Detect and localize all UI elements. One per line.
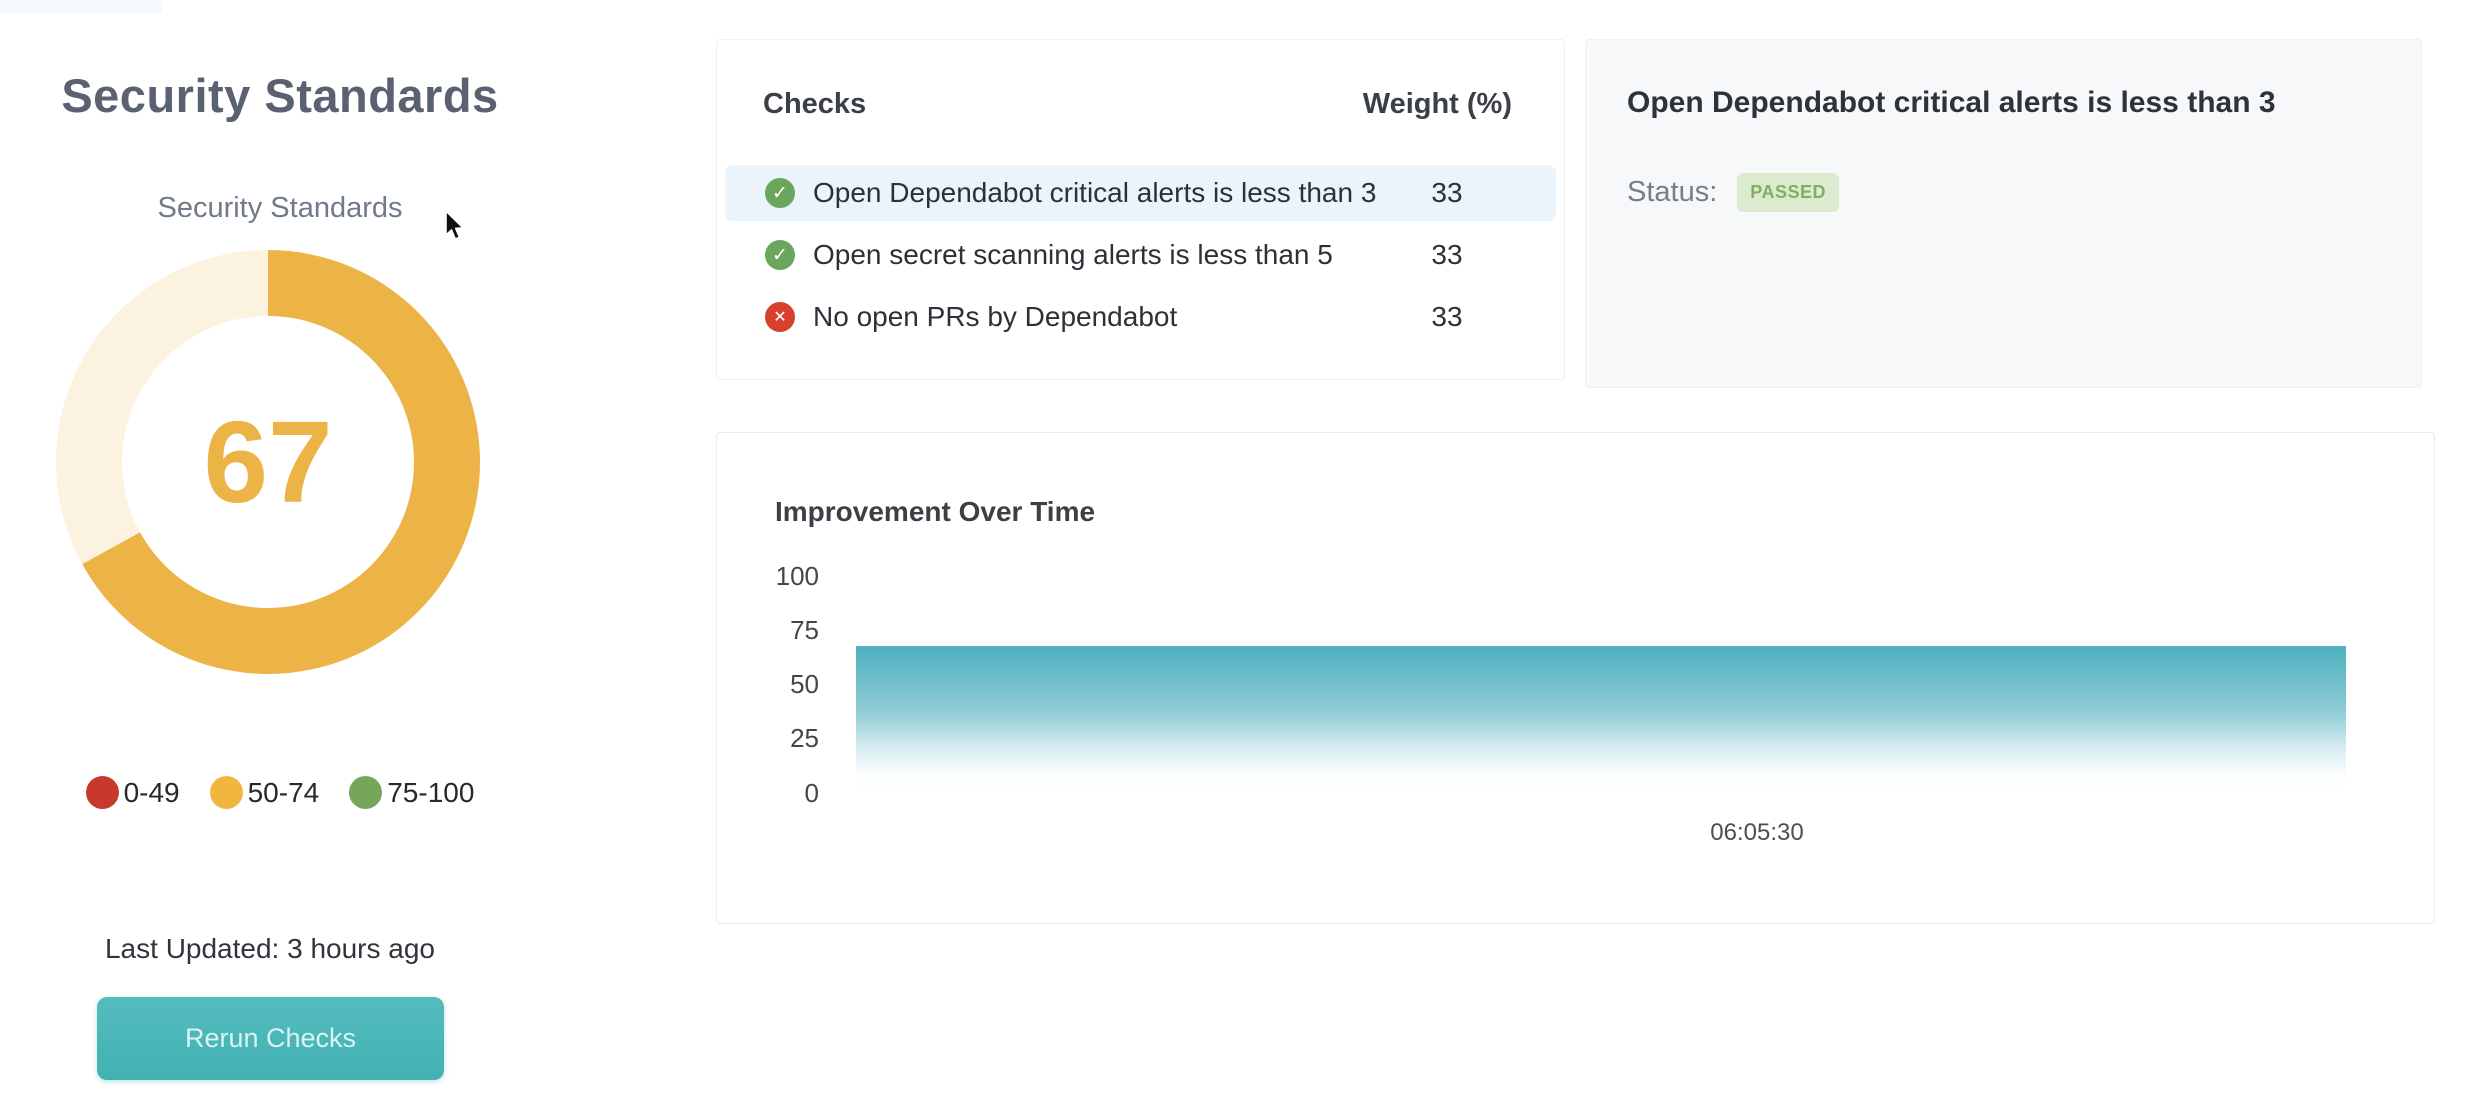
check-failed-icon — [765, 302, 795, 332]
status-badge: PASSED — [1737, 173, 1839, 212]
check-label: Open Dependabot critical alerts is less … — [813, 177, 1376, 209]
improvement-chart-card: Improvement Over Time 100 75 50 25 0 06:… — [716, 432, 2435, 924]
check-weight: 33 — [1377, 239, 1517, 271]
legend-dot-yellow-icon — [210, 776, 243, 809]
rerun-checks-button[interactable]: Rerun Checks — [97, 997, 444, 1080]
check-label: Open secret scanning alerts is less than… — [813, 239, 1333, 271]
check-weight: 33 — [1377, 177, 1517, 209]
score-value: 67 — [203, 404, 332, 520]
chart-title: Improvement Over Time — [775, 496, 1095, 528]
y-axis-tick: 75 — [717, 617, 819, 643]
check-weight: 33 — [1377, 301, 1517, 333]
check-row[interactable]: No open PRs by Dependabot 33 — [725, 289, 1556, 345]
security-standards-dashboard: Security Standards Security Standards 67… — [0, 0, 2468, 1120]
x-axis-tick: 06:05:30 — [1657, 819, 1857, 847]
weight-column-header: Weight (%) — [1363, 88, 1512, 121]
check-passed-icon — [765, 240, 795, 270]
y-axis-tick: 50 — [717, 671, 819, 697]
check-row[interactable]: Open secret scanning alerts is less than… — [725, 227, 1556, 283]
score-gauge: 67 — [56, 250, 480, 674]
score-legend: 0-49 50-74 75-100 — [0, 776, 560, 809]
score-area-series — [856, 646, 2346, 791]
check-row[interactable]: Open Dependabot critical alerts is less … — [725, 165, 1556, 221]
checks-card-header: Checks Weight (%) — [763, 88, 1512, 121]
checks-column-header: Checks — [763, 88, 866, 121]
legend-item-low: 0-49 — [86, 776, 180, 809]
legend-item-high: 75-100 — [349, 776, 474, 809]
page-title: Security Standards — [0, 68, 560, 123]
last-updated-text: Last Updated: 3 hours ago — [0, 933, 540, 965]
status-row: Status: PASSED — [1627, 173, 1839, 212]
check-detail-panel: Open Dependabot critical alerts is less … — [1585, 39, 2422, 388]
legend-label: 75-100 — [387, 777, 474, 809]
page-subtitle: Security Standards — [0, 192, 560, 225]
legend-label: 50-74 — [248, 777, 320, 809]
y-axis-tick: 100 — [717, 563, 819, 589]
check-passed-icon — [765, 178, 795, 208]
checks-card: Checks Weight (%) Open Dependabot critic… — [716, 39, 1565, 380]
mouse-cursor-icon — [440, 210, 470, 244]
score-sidebar: Security Standards Security Standards 67… — [0, 0, 560, 1120]
check-label: No open PRs by Dependabot — [813, 301, 1177, 333]
check-detail-title: Open Dependabot critical alerts is less … — [1627, 86, 2391, 120]
legend-dot-red-icon — [86, 776, 119, 809]
legend-dot-green-icon — [349, 776, 382, 809]
legend-item-mid: 50-74 — [210, 776, 320, 809]
y-axis-tick: 25 — [717, 725, 819, 751]
checks-list: Open Dependabot critical alerts is less … — [725, 165, 1556, 351]
y-axis-tick: 0 — [717, 780, 819, 806]
legend-label: 0-49 — [124, 777, 180, 809]
status-label: Status: — [1627, 176, 1717, 209]
score-gauge-hole: 67 — [122, 316, 414, 608]
